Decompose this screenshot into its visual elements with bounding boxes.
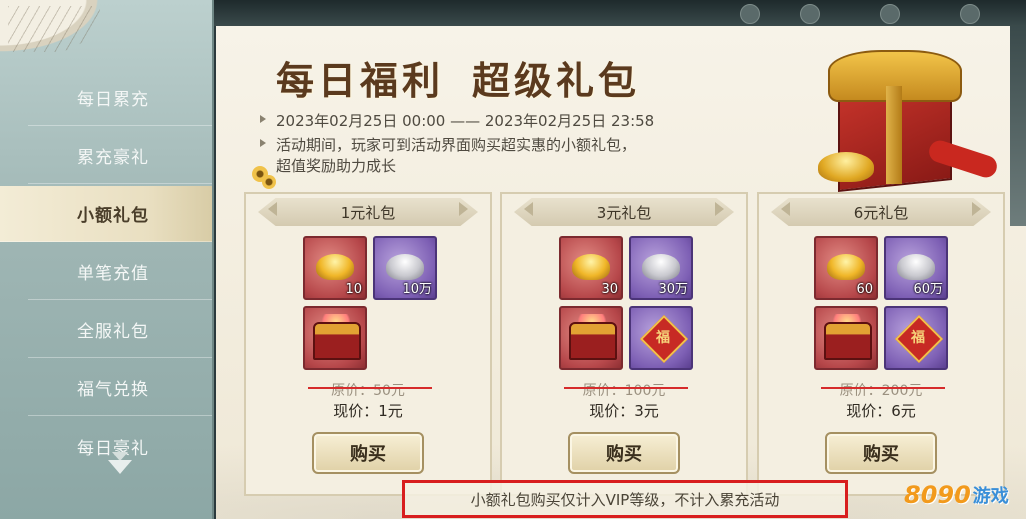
treasure-chest-icon bbox=[313, 322, 361, 360]
fortune-char: 福 bbox=[656, 330, 670, 346]
silver-ingot-item[interactable]: 30万 bbox=[629, 236, 693, 300]
package-title: 3元礼包 bbox=[514, 198, 734, 226]
ornament-icon bbox=[960, 4, 980, 24]
buy-button-label: 购买 bbox=[606, 444, 642, 465]
sidebar-item-label: 小额礼包 bbox=[77, 206, 149, 226]
watermark-logo: 8090 游戏 bbox=[904, 478, 1009, 512]
sidebar-item-small-packs[interactable]: 小额礼包 bbox=[0, 186, 212, 242]
gold-ingot-item[interactable]: 60 bbox=[814, 236, 878, 300]
fan-decoration bbox=[0, 0, 110, 58]
sidebar-item-single-recharge[interactable]: 单笔充值 bbox=[28, 244, 212, 300]
purchase-note-text: 小额礼包购买仅计入VIP等级，不计入累充活动 bbox=[470, 490, 780, 509]
gold-ingot-item[interactable]: 10 bbox=[303, 236, 367, 300]
silver-ingot-item[interactable]: 10万 bbox=[373, 236, 437, 300]
item-quantity: 10 bbox=[345, 282, 362, 297]
sidebar-item-label: 福气兑换 bbox=[77, 380, 149, 400]
original-price: 原价：100元 bbox=[582, 383, 666, 399]
price-strike-line bbox=[564, 387, 688, 389]
treasure-chest-item[interactable] bbox=[814, 306, 878, 370]
current-price: 现价：1元 bbox=[333, 402, 403, 420]
silver-ingot-icon bbox=[897, 254, 935, 280]
page-title: 每日福利 超级礼包 bbox=[276, 50, 668, 105]
ornament-icon bbox=[740, 4, 760, 24]
package-card-3: 6元礼包 60 60万 福 原价：200元 现价：6元 购买 bbox=[757, 192, 1005, 496]
item-quantity: 60万 bbox=[913, 282, 943, 297]
buy-button-label: 购买 bbox=[863, 444, 899, 465]
chevron-down-icon[interactable] bbox=[108, 460, 132, 474]
item-quantity: 10万 bbox=[402, 282, 432, 297]
gold-ingot-icon bbox=[827, 254, 865, 280]
bullet-icon bbox=[260, 115, 266, 123]
gold-ingot-icon bbox=[572, 254, 610, 280]
sidebar-item-label: 每日累充 bbox=[77, 90, 149, 110]
package-name: 1元礼包 bbox=[340, 203, 396, 222]
description: 活动期间，玩家可到活动界面购买超实惠的小额礼包， 超值奖励助力成长 bbox=[260, 134, 636, 176]
package-title: 1元礼包 bbox=[258, 198, 478, 226]
purchase-note: 小额礼包购买仅计入VIP等级，不计入累充活动 bbox=[402, 480, 848, 518]
original-price: 原价：50元 bbox=[331, 383, 405, 399]
title-part2: 超级礼包 bbox=[472, 58, 641, 103]
buy-button[interactable]: 购买 bbox=[568, 432, 680, 474]
sidebar-item-label: 单笔充值 bbox=[77, 264, 149, 284]
chevron-right-icon bbox=[715, 202, 724, 216]
treasure-chest-item[interactable] bbox=[559, 306, 623, 370]
gold-ingot-icon bbox=[316, 254, 354, 280]
silver-ingot-icon bbox=[386, 254, 424, 280]
package-name: 3元礼包 bbox=[596, 203, 652, 222]
ornament-icon bbox=[880, 4, 900, 24]
chevron-left-icon bbox=[781, 202, 790, 216]
date-range-text: 2023年02月25日 00:00 —— 2023年02月25日 23:58 bbox=[276, 112, 655, 130]
fortune-char: 福 bbox=[911, 330, 925, 346]
bullet-icon bbox=[260, 139, 266, 147]
item-quantity: 30万 bbox=[658, 282, 688, 297]
buy-button[interactable]: 购买 bbox=[825, 432, 937, 474]
coin-icon bbox=[262, 175, 276, 189]
watermark-text: 游戏 bbox=[972, 486, 1009, 507]
sidebar-item-fortune-exchange[interactable]: 福气兑换 bbox=[28, 360, 212, 416]
package-card-2: 3元礼包 30 30万 福 原价：100元 现价：3元 购买 bbox=[500, 192, 748, 496]
buy-button-label: 购买 bbox=[350, 444, 386, 465]
silver-ingot-item[interactable]: 60万 bbox=[884, 236, 948, 300]
fortune-card-item[interactable]: 福 bbox=[884, 306, 948, 370]
item-quantity: 30 bbox=[601, 282, 618, 297]
chevron-left-icon bbox=[268, 202, 277, 216]
chevron-left-icon bbox=[524, 202, 533, 216]
sidebar-item-label: 全服礼包 bbox=[77, 322, 149, 342]
treasure-chest-icon bbox=[824, 322, 872, 360]
description-line2: 超值奖励助力成长 bbox=[276, 157, 397, 175]
chevron-right-icon bbox=[459, 202, 468, 216]
package-card-1: 1元礼包 10 10万 原价：50元 现价：1元 购买 bbox=[244, 192, 492, 496]
sidebar-item-daily-recharge[interactable]: 每日累充 bbox=[28, 70, 212, 126]
date-range: 2023年02月25日 00:00 —— 2023年02月25日 23:58 bbox=[260, 110, 654, 131]
current-price: 现价：6元 bbox=[846, 402, 916, 420]
treasure-chest-icon bbox=[569, 322, 617, 360]
buy-button[interactable]: 购买 bbox=[312, 432, 424, 474]
package-title: 6元礼包 bbox=[771, 198, 991, 226]
description-line1: 活动期间，玩家可到活动界面购买超实惠的小额礼包， bbox=[276, 136, 637, 154]
sidebar: 每日累充 累充豪礼 小额礼包 单笔充值 全服礼包 福气兑换 每日豪礼 bbox=[0, 0, 214, 519]
treasure-chest-item[interactable] bbox=[303, 306, 367, 370]
gift-box-illustration bbox=[808, 30, 1000, 195]
item-quantity: 60 bbox=[856, 282, 873, 297]
sidebar-item-server-gift[interactable]: 全服礼包 bbox=[28, 302, 212, 358]
sidebar-item-label: 累充豪礼 bbox=[77, 148, 149, 168]
silver-ingot-icon bbox=[642, 254, 680, 280]
original-price: 原价：200元 bbox=[839, 383, 923, 399]
fortune-card-item[interactable]: 福 bbox=[629, 306, 693, 370]
package-name: 6元礼包 bbox=[853, 203, 909, 222]
sidebar-item-cumulative-recharge[interactable]: 累充豪礼 bbox=[28, 128, 212, 184]
gold-ingot-item[interactable]: 30 bbox=[559, 236, 623, 300]
price-strike-line bbox=[821, 387, 945, 389]
ornament-icon bbox=[800, 4, 820, 24]
title-part1: 每日福利 bbox=[276, 58, 445, 103]
current-price: 现价：3元 bbox=[589, 402, 659, 420]
price-strike-line bbox=[308, 387, 432, 389]
watermark-number: 8090 bbox=[904, 481, 971, 509]
chevron-right-icon bbox=[972, 202, 981, 216]
right-edge-decoration bbox=[1010, 26, 1026, 226]
